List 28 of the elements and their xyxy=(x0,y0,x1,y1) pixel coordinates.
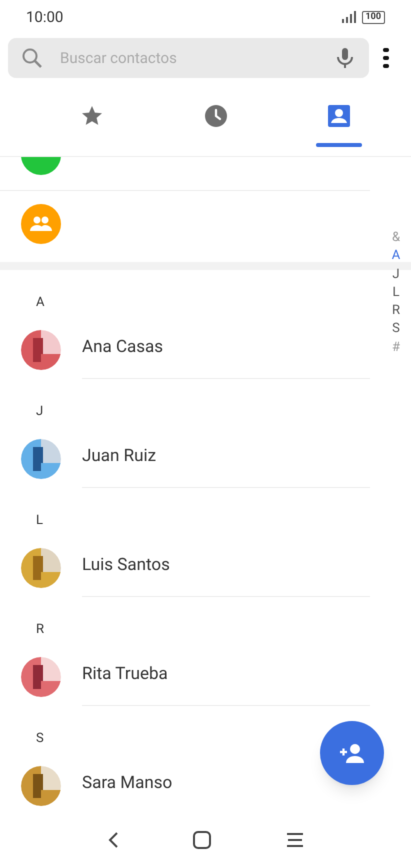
index-letter[interactable]: S xyxy=(392,320,400,339)
contact-name[interactable]: Sara Manso xyxy=(82,771,172,797)
contact-name[interactable]: Juan Ruiz xyxy=(82,444,156,470)
battery-indicator: 100 xyxy=(362,10,385,24)
more-options-icon[interactable] xyxy=(383,48,389,68)
index-letter[interactable]: L xyxy=(392,284,400,302)
index-letter[interactable]: A xyxy=(392,247,400,266)
add-person-icon xyxy=(339,743,365,763)
contact-card-icon xyxy=(327,104,352,128)
section-letter: S xyxy=(36,730,44,748)
section-letter: R xyxy=(36,620,44,638)
back-icon[interactable] xyxy=(107,831,120,849)
search-field[interactable]: Buscar contactos xyxy=(8,38,369,78)
search-icon xyxy=(20,46,44,70)
menu-icon[interactable] xyxy=(286,832,304,848)
section-letter: L xyxy=(36,512,44,530)
status-time: 10:00 xyxy=(26,6,64,28)
signal-icon xyxy=(342,11,356,23)
index-letter[interactable]: J xyxy=(392,266,400,284)
clock-icon xyxy=(204,104,228,128)
contact-name[interactable]: Ana Casas xyxy=(82,335,164,361)
home-icon[interactable] xyxy=(193,831,212,849)
section-letter: A xyxy=(36,294,44,312)
contact-name[interactable]: Rita Trueba xyxy=(82,662,168,688)
section-letter: J xyxy=(36,402,44,420)
search-input[interactable]: Buscar contactos xyxy=(60,46,333,70)
index-letter[interactable]: R xyxy=(392,302,400,320)
contact-name[interactable]: Luis Santos xyxy=(82,553,170,579)
